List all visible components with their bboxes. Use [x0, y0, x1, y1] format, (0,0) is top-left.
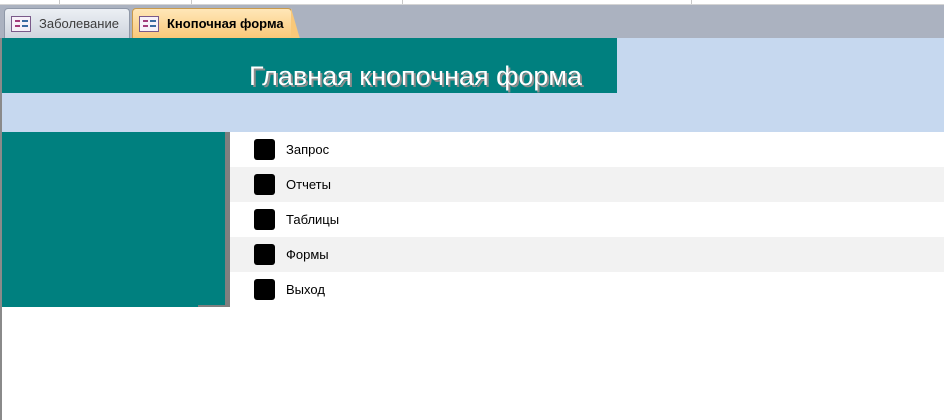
document-tab-bar: Заболевание Кнопочная форма: [0, 5, 944, 39]
switchboard-item-label[interactable]: Отчеты: [286, 177, 331, 192]
switchboard-item: Отчеты: [230, 167, 944, 202]
switchboard-item-label[interactable]: Выход: [286, 282, 325, 297]
divider: [59, 0, 60, 4]
form-icon: [139, 15, 159, 32]
sidebar-separator-foot: [198, 305, 230, 307]
switchboard-button-formy[interactable]: [254, 244, 275, 265]
switchboard-item-label[interactable]: Таблицы: [286, 212, 339, 227]
divider: [691, 0, 692, 4]
switchboard-item: Выход: [230, 272, 944, 307]
switchboard-button-zapros[interactable]: [254, 139, 275, 160]
switchboard-button-otchety[interactable]: [254, 174, 275, 195]
switchboard-item-label[interactable]: Формы: [286, 247, 329, 262]
tab-knopochnaya-forma[interactable]: Кнопочная форма: [132, 8, 300, 39]
switchboard-item: Формы: [230, 237, 944, 272]
switchboard-button-tablitsy[interactable]: [254, 209, 275, 230]
divider: [402, 0, 403, 4]
form-icon: [11, 15, 31, 32]
sidebar-panel: [2, 132, 225, 307]
switchboard-item: Запрос: [230, 132, 944, 167]
switchboard-button-vyhod[interactable]: [254, 279, 275, 300]
tab-label: Кнопочная форма: [167, 16, 284, 31]
tab-label: Заболевание: [39, 16, 119, 31]
form-title: Главная кнопочная форма: [249, 61, 582, 91]
tab-zabolevanie[interactable]: Заболевание: [4, 8, 130, 38]
switchboard-item-label[interactable]: Запрос: [286, 142, 329, 157]
switchboard-item: Таблицы: [230, 202, 944, 237]
divider: [191, 0, 192, 4]
